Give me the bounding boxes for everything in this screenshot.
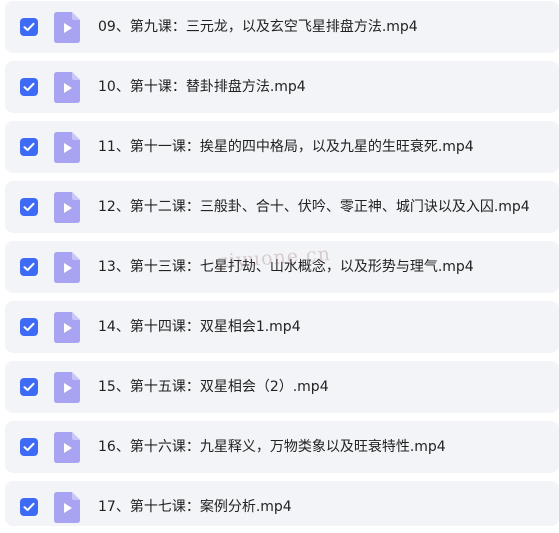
video-file-icon [54, 252, 80, 283]
file-name: 11、第十一课：挨星的四中格局，以及九星的生旺衰死.mp4 [98, 139, 474, 155]
checkbox[interactable] [20, 498, 38, 516]
checkmark-icon [23, 82, 35, 91]
checkmark-icon [23, 382, 35, 391]
checkbox[interactable] [20, 198, 38, 216]
video-file-icon [54, 72, 80, 103]
list-item[interactable]: 15、第十五课：双星相会（2）.mp4 [5, 361, 559, 413]
video-file-icon [54, 432, 80, 463]
video-file-icon [54, 192, 80, 223]
video-file-icon [54, 132, 80, 163]
list-item[interactable]: 11、第十一课：挨星的四中格局，以及九星的生旺衰死.mp4 [5, 121, 559, 173]
list-item[interactable]: 14、第十四课：双星相会1.mp4 [5, 301, 559, 353]
list-item[interactable]: 16、第十六课：九星释义，万物类象以及旺衰特性.mp4 [5, 421, 559, 473]
file-name: 09、第九课：三元龙，以及玄空飞星排盘方法.mp4 [98, 19, 418, 35]
checkmark-icon [23, 262, 35, 271]
file-list: 09、第九课：三元龙，以及玄空飞星排盘方法.mp4 10、第十课：替卦排盘方法.… [0, 0, 559, 526]
checkbox[interactable] [20, 138, 38, 156]
file-name: 14、第十四课：双星相会1.mp4 [98, 319, 301, 335]
video-file-icon [54, 492, 80, 523]
checkmark-icon [23, 442, 35, 451]
video-file-icon [54, 372, 80, 403]
list-item[interactable]: 12、第十二课：三般卦、合十、伏吟、零正神、城门诀以及入囚.mp4 [5, 181, 559, 233]
list-item[interactable]: 13、第十三课：七星打劫、山水概念，以及形势与理气.mp4 [5, 241, 559, 293]
file-name: 17、第十七课：案例分析.mp4 [98, 499, 292, 515]
checkmark-icon [23, 22, 35, 31]
checkmark-icon [23, 502, 35, 511]
checkmark-icon [23, 202, 35, 211]
file-name: 12、第十二课：三般卦、合十、伏吟、零正神、城门诀以及入囚.mp4 [98, 199, 530, 215]
list-item[interactable]: 09、第九课：三元龙，以及玄空飞星排盘方法.mp4 [5, 1, 559, 53]
list-item[interactable]: 10、第十课：替卦排盘方法.mp4 [5, 61, 559, 113]
list-item[interactable]: 17、第十七课：案例分析.mp4 [5, 481, 559, 526]
checkbox[interactable] [20, 438, 38, 456]
checkbox[interactable] [20, 18, 38, 36]
file-name: 13、第十三课：七星打劫、山水概念，以及形势与理气.mp4 [98, 259, 474, 275]
file-name: 15、第十五课：双星相会（2）.mp4 [98, 379, 329, 395]
file-name: 10、第十课：替卦排盘方法.mp4 [98, 79, 306, 95]
file-name: 16、第十六课：九星释义，万物类象以及旺衰特性.mp4 [98, 439, 446, 455]
checkbox[interactable] [20, 378, 38, 396]
video-file-icon [54, 12, 80, 43]
checkbox[interactable] [20, 78, 38, 96]
checkmark-icon [23, 322, 35, 331]
checkmark-icon [23, 142, 35, 151]
video-file-icon [54, 312, 80, 343]
checkbox[interactable] [20, 318, 38, 336]
checkbox[interactable] [20, 258, 38, 276]
